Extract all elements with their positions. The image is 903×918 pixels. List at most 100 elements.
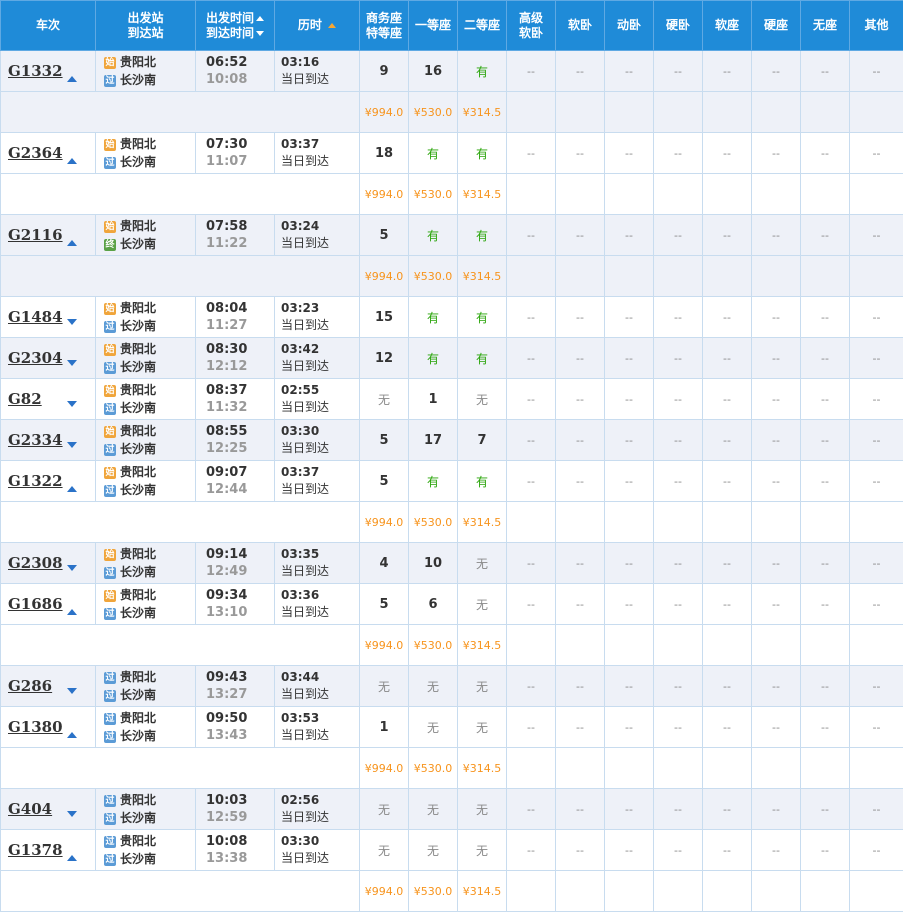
business-seat-cell[interactable]: 无 (359, 829, 409, 871)
price-second: ¥314.5 (457, 747, 507, 789)
second-seat-cell[interactable]: 无 (457, 665, 507, 707)
collapse-stops-icon[interactable] (67, 486, 77, 492)
train-number-link[interactable]: G1378 (8, 841, 63, 859)
second-seat-cell[interactable]: 有 (457, 214, 507, 256)
second-seat-cell[interactable]: 7 (457, 419, 507, 461)
seat-dash: -- (723, 311, 731, 324)
train-number-link[interactable]: G1332 (8, 62, 63, 80)
train-number-link[interactable]: G1484 (8, 308, 63, 326)
train-number-link[interactable]: G2304 (8, 349, 63, 367)
second-seat-cell[interactable]: 无 (457, 788, 507, 830)
first-seat-cell[interactable]: 1 (408, 378, 458, 420)
train-number-link[interactable]: G286 (8, 677, 52, 695)
business-seat-cell[interactable]: 5 (359, 419, 409, 461)
header-times[interactable]: 出发时间 到达时间 (195, 0, 275, 51)
collapse-stops-icon[interactable] (67, 240, 77, 246)
price-cell-empty (751, 747, 801, 789)
business-seat-cell[interactable]: 无 (359, 378, 409, 420)
seat-cell-empty: -- (555, 337, 605, 379)
collapse-stops-icon[interactable] (67, 158, 77, 164)
first-seat-cell[interactable]: 10 (408, 542, 458, 584)
train-number-link[interactable]: G2334 (8, 431, 63, 449)
collapse-stops-icon[interactable] (67, 855, 77, 861)
second-seat-cell[interactable]: 无 (457, 542, 507, 584)
price-cell-empty (751, 501, 801, 543)
expand-stops-icon[interactable] (67, 442, 77, 448)
duration-cell: 03:24 当日到达 (274, 214, 360, 256)
expand-stops-icon[interactable] (67, 360, 77, 366)
business-seat-cell[interactable]: 4 (359, 542, 409, 584)
collapse-stops-icon[interactable] (67, 609, 77, 615)
second-seat-cell[interactable]: 有 (457, 337, 507, 379)
collapse-stops-icon[interactable] (67, 76, 77, 82)
expand-stops-icon[interactable] (67, 688, 77, 694)
second-seat-cell[interactable]: 有 (457, 50, 507, 92)
duration: 03:53 (281, 711, 320, 725)
train-number-link[interactable]: G2364 (8, 144, 63, 162)
station-tag-icon: 过 (104, 361, 116, 374)
sort-desc-icon[interactable] (256, 30, 264, 36)
train-number-link[interactable]: G2116 (8, 226, 63, 244)
train-number-link[interactable]: G404 (8, 800, 52, 818)
seat-dash: -- (674, 721, 682, 734)
seat-dash: -- (772, 229, 780, 242)
train-number-link[interactable]: G82 (8, 390, 42, 408)
station-tag-icon: 始 (104, 220, 116, 233)
price-business: ¥994.0 (359, 173, 409, 215)
time-cell: 07:30 11:07 (195, 132, 275, 174)
expand-stops-icon[interactable] (67, 565, 77, 571)
second-seat-cell[interactable]: 无 (457, 583, 507, 625)
seat-dash: -- (872, 311, 881, 324)
first-seat-cell[interactable]: 有 (408, 337, 458, 379)
train-number-link[interactable]: G1380 (8, 718, 63, 736)
seat-cell-empty: -- (555, 706, 605, 748)
expand-stops-icon[interactable] (67, 401, 77, 407)
first-seat-cell[interactable]: 有 (408, 296, 458, 338)
price-second: ¥314.5 (457, 173, 507, 215)
business-seat-cell[interactable]: 无 (359, 665, 409, 707)
train-number-link[interactable]: G1686 (8, 595, 63, 613)
header-dep-station: 出发站 (127, 10, 164, 25)
header-duration[interactable]: 历时 (274, 0, 360, 51)
first-seat-cell[interactable]: 无 (408, 706, 458, 748)
business-seat-cell[interactable]: 5 (359, 214, 409, 256)
business-seat-cell[interactable]: 15 (359, 296, 409, 338)
first-seat-cell[interactable]: 无 (408, 829, 458, 871)
time-cell: 08:55 12:25 (195, 419, 275, 461)
second-seat-cell[interactable]: 有 (457, 460, 507, 502)
second-seat-cell[interactable]: 无 (457, 829, 507, 871)
business-seat-cell[interactable]: 5 (359, 460, 409, 502)
first-seat-cell[interactable]: 6 (408, 583, 458, 625)
second-seat-cell[interactable]: 无 (457, 706, 507, 748)
station-tag-icon: 始 (104, 466, 116, 479)
first-seat-cell[interactable]: 有 (408, 460, 458, 502)
first-seat-cell[interactable]: 有 (408, 132, 458, 174)
train-number-link[interactable]: G2308 (8, 554, 63, 572)
first-seat-cell[interactable]: 17 (408, 419, 458, 461)
train-number-link[interactable]: G1322 (8, 472, 63, 490)
dep-time: 08:37 (206, 383, 248, 398)
first-seat-cell[interactable]: 16 (408, 50, 458, 92)
business-seat-cell[interactable]: 12 (359, 337, 409, 379)
second-seat-cell[interactable]: 有 (457, 132, 507, 174)
duration-cell: 03:53 当日到达 (274, 706, 360, 748)
station-tag-icon: 过 (104, 607, 116, 620)
expand-stops-icon[interactable] (67, 811, 77, 817)
sort-duration-icon[interactable] (328, 23, 337, 28)
business-seat-cell[interactable]: 5 (359, 583, 409, 625)
first-seat-cell[interactable]: 无 (408, 788, 458, 830)
collapse-stops-icon[interactable] (67, 732, 77, 738)
first-seat-cell[interactable]: 有 (408, 214, 458, 256)
first-seat-cell[interactable]: 无 (408, 665, 458, 707)
business-seat-cell[interactable]: 9 (359, 50, 409, 92)
second-seat-cell[interactable]: 有 (457, 296, 507, 338)
duration: 03:36 (281, 588, 320, 602)
business-seat-cell[interactable]: 无 (359, 788, 409, 830)
business-seat-cell[interactable]: 1 (359, 706, 409, 748)
seat-cell-empty: -- (555, 50, 605, 92)
business-seat-cell[interactable]: 18 (359, 132, 409, 174)
expand-stops-icon[interactable] (67, 319, 77, 325)
seat-dash: -- (527, 475, 535, 488)
sort-asc-icon[interactable] (256, 15, 264, 21)
second-seat-cell[interactable]: 无 (457, 378, 507, 420)
